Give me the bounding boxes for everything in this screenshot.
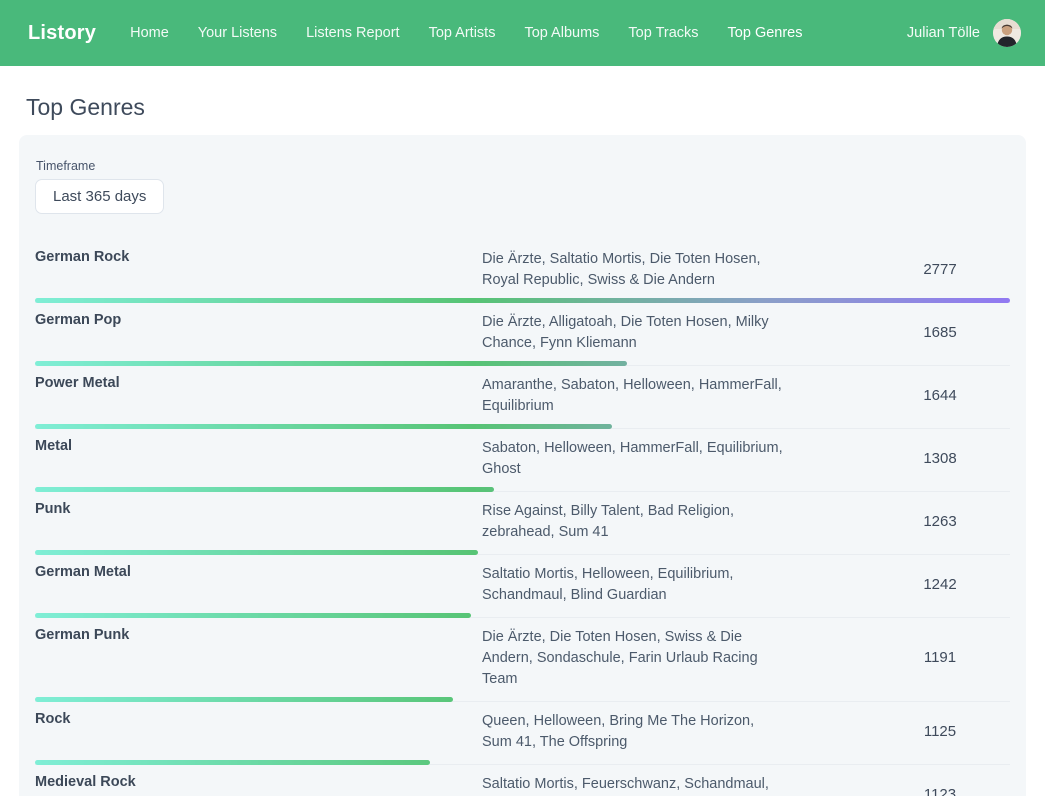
genre-row: German Rock Die Ärzte, Saltatio Mortis, …: [35, 240, 1010, 303]
genre-name: Metal: [35, 436, 482, 480]
genre-name: German Pop: [35, 310, 482, 354]
nav-item-top-albums[interactable]: Top Albums: [524, 25, 599, 41]
genre-listen-count: 2777: [923, 261, 956, 278]
genre-top-artists: Die Ärzte, Die Toten Hosen, Swiss & Die …: [482, 625, 784, 690]
genre-listen-count: 1263: [923, 513, 956, 530]
genre-listen-count: 1644: [923, 387, 956, 404]
genre-top-artists: Die Ärzte, Alligatoah, Die Toten Hosen, …: [482, 310, 784, 354]
app-logo[interactable]: Listory: [28, 22, 96, 45]
nav-item-listens-report[interactable]: Listens Report: [306, 25, 400, 41]
genre-listen-count: 1191: [924, 649, 956, 666]
nav-item-your-listens[interactable]: Your Listens: [198, 25, 277, 41]
genre-row: German Punk Die Ärzte, Die Toten Hosen, …: [35, 618, 1010, 702]
genre-row: Metal Sabaton, Helloween, HammerFall, Eq…: [35, 429, 1010, 492]
genre-row: German Metal Saltatio Mortis, Helloween,…: [35, 555, 1010, 618]
main-nav: Home Your Listens Listens Report Top Artist…: [130, 25, 831, 41]
genre-top-artists: Saltatio Mortis, Feuerschwanz, Schandmau…: [482, 772, 784, 796]
genre-listen-count: 1125: [924, 723, 956, 740]
genre-top-artists: Saltatio Mortis, Helloween, Equilibrium,…: [482, 562, 784, 606]
genre-row: German Pop Die Ärzte, Alligatoah, Die To…: [35, 303, 1010, 366]
genre-list: German Rock Die Ärzte, Saltatio Mortis, …: [35, 240, 1010, 796]
user-name: Julian Tölle: [907, 25, 980, 41]
nav-item-top-tracks[interactable]: Top Tracks: [628, 25, 698, 41]
genre-top-artists: Sabaton, Helloween, HammerFall, Equilibr…: [482, 436, 784, 480]
genre-name: German Metal: [35, 562, 482, 606]
nav-item-top-genres[interactable]: Top Genres: [728, 25, 803, 41]
page-content: Top Genres Timeframe Last 365 days Germa…: [0, 66, 1045, 796]
user-menu[interactable]: Julian Tölle: [907, 19, 1021, 47]
genre-top-artists: Rise Against, Billy Talent, Bad Religion…: [482, 499, 784, 543]
nav-item-home[interactable]: Home: [130, 25, 169, 41]
genre-listen-count: 1123: [924, 786, 956, 796]
app-header: Listory Home Your Listens Listens Report To…: [0, 0, 1045, 66]
genre-row: Punk Rise Against, Billy Talent, Bad Rel…: [35, 492, 1010, 555]
user-avatar[interactable]: [993, 19, 1021, 47]
timeframe-label: Timeframe: [36, 159, 1010, 173]
timeframe-select[interactable]: Last 365 days: [35, 179, 164, 214]
genre-name: Power Metal: [35, 373, 482, 417]
genre-top-artists: Queen, Helloween, Bring Me The Horizon, …: [482, 709, 784, 753]
nav-item-top-artists[interactable]: Top Artists: [429, 25, 496, 41]
genre-row: Rock Queen, Helloween, Bring Me The Hori…: [35, 702, 1010, 765]
genre-row: Power Metal Amaranthe, Sabaton, Hellowee…: [35, 366, 1010, 429]
top-genres-panel: Timeframe Last 365 days German Rock Die …: [19, 135, 1026, 796]
genre-row: Medieval Rock Saltatio Mortis, Feuerschw…: [35, 765, 1010, 796]
genre-name: Medieval Rock: [35, 772, 482, 796]
genre-name: German Punk: [35, 625, 482, 690]
genre-name: Rock: [35, 709, 482, 753]
genre-top-artists: Die Ärzte, Saltatio Mortis, Die Toten Ho…: [482, 247, 784, 291]
genre-listen-count: 1685: [923, 324, 956, 341]
genre-name: German Rock: [35, 247, 482, 291]
genre-listen-count: 1242: [923, 576, 956, 593]
genre-name: Punk: [35, 499, 482, 543]
page-title: Top Genres: [26, 94, 1026, 121]
genre-listen-count: 1308: [923, 450, 956, 467]
genre-top-artists: Amaranthe, Sabaton, Helloween, HammerFal…: [482, 373, 784, 417]
avatar-photo-icon: [993, 19, 1021, 47]
